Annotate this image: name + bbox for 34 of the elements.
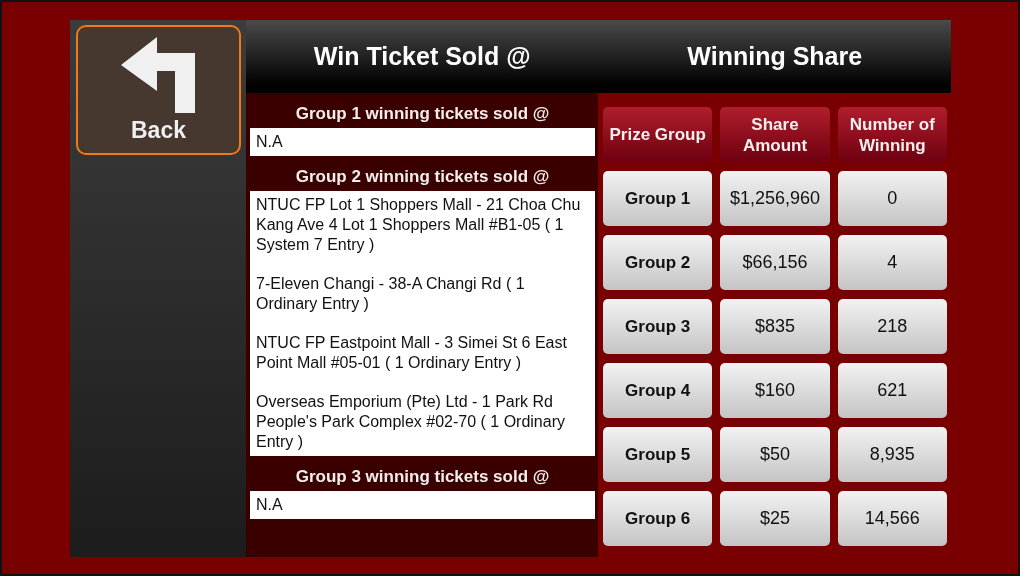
table-cell: Group 3 <box>603 299 713 354</box>
column-header: Prize Group <box>603 107 713 162</box>
section-title: Winning Share <box>686 41 864 72</box>
outlet-entry: 7-Eleven Changi - 38-A Changi Rd ( 1 Ordinary Entry ) <box>256 274 526 314</box>
outlet-entry: NTUC FP Eastpoint Mall - 3 Simei St 6 East Point Mall #05-01 ( 1 Ordinary Entry ) <box>256 333 568 373</box>
table-cell: Group 5 <box>603 427 713 482</box>
table-cell: Group 6 <box>603 491 713 546</box>
table-cell: 218 <box>837 299 947 354</box>
table-cell: $835 <box>720 299 830 354</box>
outlet-entry: Overseas Emporium (Pte) Ltd - 1 Park Rd People's Park Complex #02-70 ( 1 Ordinary Entry ) <box>256 392 566 452</box>
table-cell: 621 <box>837 363 947 418</box>
table-cell: 8,935 <box>837 427 947 482</box>
group-heading: Group 3 winning tickets sold @ <box>294 466 551 488</box>
back-button[interactable]: Back <box>76 25 241 155</box>
table-cell: Group 1 <box>603 171 713 226</box>
table-cell: 4 <box>837 235 947 290</box>
table-cell: $1,256,960 <box>720 171 830 226</box>
table-cell: $66,156 <box>720 235 830 290</box>
group-heading: Group 2 winning tickets sold @ <box>294 166 551 188</box>
table-cell: Group 2 <box>603 235 713 290</box>
table-cell: Group 4 <box>603 363 713 418</box>
column-header: Share Amount <box>720 107 830 162</box>
outlet-entry: N.A <box>256 132 284 152</box>
outlet-entry: NTUC FP Lot 1 Shoppers Mall - 21 Choa Chu Kang Ave 4 Lot 1 Shoppers Mall #B1-05 ( 1 System 7 Entry ) <box>256 195 582 255</box>
section-title: Win Ticket Sold @ <box>312 41 532 72</box>
table-cell: 0 <box>837 171 947 226</box>
table-cell: $50 <box>720 427 830 482</box>
column-header: Number of Winning <box>837 107 947 162</box>
back-arrow-icon <box>120 36 197 113</box>
outlet-entry: N.A <box>256 495 284 515</box>
table-cell: 14,566 <box>837 491 947 546</box>
table-cell: $160 <box>720 363 830 418</box>
group-heading: Group 1 winning tickets sold @ <box>294 103 551 125</box>
table-cell: $25 <box>720 491 830 546</box>
